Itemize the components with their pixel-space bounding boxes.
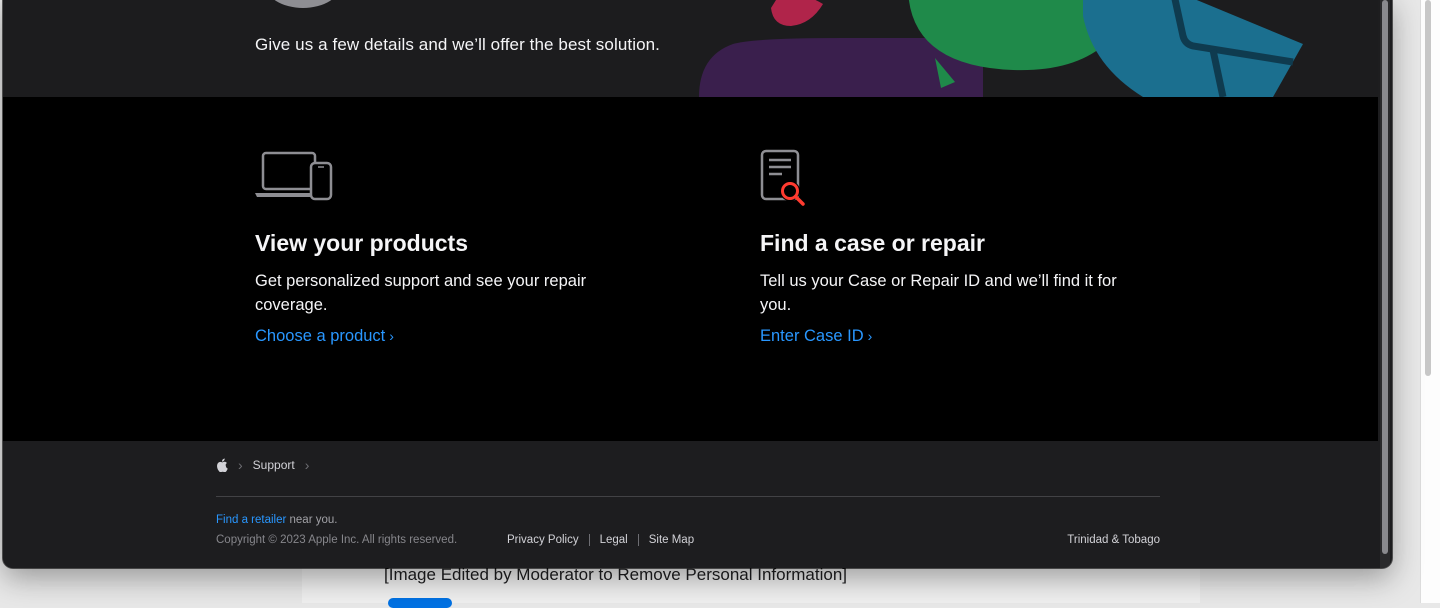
card-description: Tell us your Case or Repair ID and we’ll… [760, 272, 1117, 314]
copyright: Copyright © 2023 Apple Inc. All rights r… [216, 534, 458, 546]
hero-banner: Give us a few details and we’ll offer th… [3, 0, 1378, 97]
site-map-link[interactable]: Site Map [637, 534, 704, 546]
chevron-right-icon: › [238, 457, 243, 473]
laptop-phone-icon [255, 151, 333, 201]
privacy-policy-link[interactable]: Privacy Policy [507, 534, 589, 546]
enter-case-id-link[interactable]: Enter Case ID › [760, 327, 872, 346]
moderator-notice: [Image Edited by Moderator to Remove Per… [384, 565, 848, 584]
retailer-suffix: near you. [286, 514, 338, 526]
site-footer: › Support › Find a retailer near you. Co… [3, 441, 1378, 568]
hero-subtitle: Give us a few details and we’ll offer th… [255, 35, 661, 54]
choose-product-link[interactable]: Choose a product › [255, 327, 394, 346]
chevron-right-icon: › [304, 457, 310, 473]
card-title: Find a case or repair [760, 230, 985, 256]
window-scrollbar-thumb[interactable] [1382, 0, 1388, 554]
chevron-right-icon: › [867, 328, 873, 344]
region-selector[interactable]: Trinidad & Tobago [1067, 534, 1160, 546]
avatar [265, 0, 341, 8]
background-button [388, 598, 452, 608]
footer-divider [216, 496, 1160, 497]
legal-links: Privacy Policy Legal Site Map [507, 534, 704, 546]
breadcrumb: › Support › [216, 457, 319, 473]
chevron-right-icon: › [389, 328, 394, 344]
card-description: Get personalized support and see your re… [255, 272, 587, 314]
card-title: View your products [255, 230, 469, 256]
find-retailer-link[interactable]: Find a retailer [216, 514, 286, 526]
support-options: View your products Get personalized supp… [3, 97, 1378, 441]
retailer-line: Find a retailer near you. [216, 514, 337, 526]
outer-scrollbar[interactable] [1420, 0, 1440, 603]
breadcrumb-support[interactable]: Support [253, 458, 295, 472]
browser-window: Give us a few details and we’ll offer th… [3, 0, 1392, 568]
window-scrollbar[interactable] [1380, 0, 1390, 568]
document-search-icon [760, 149, 805, 206]
outer-scrollbar-thumb[interactable] [1425, 0, 1431, 376]
legal-link[interactable]: Legal [588, 534, 638, 546]
speech-bubbles-illustration [699, 0, 1303, 97]
apple-logo-icon[interactable] [216, 458, 228, 472]
link-label[interactable]: Choose a product [255, 327, 385, 345]
link-label[interactable]: Enter Case ID [760, 327, 864, 345]
